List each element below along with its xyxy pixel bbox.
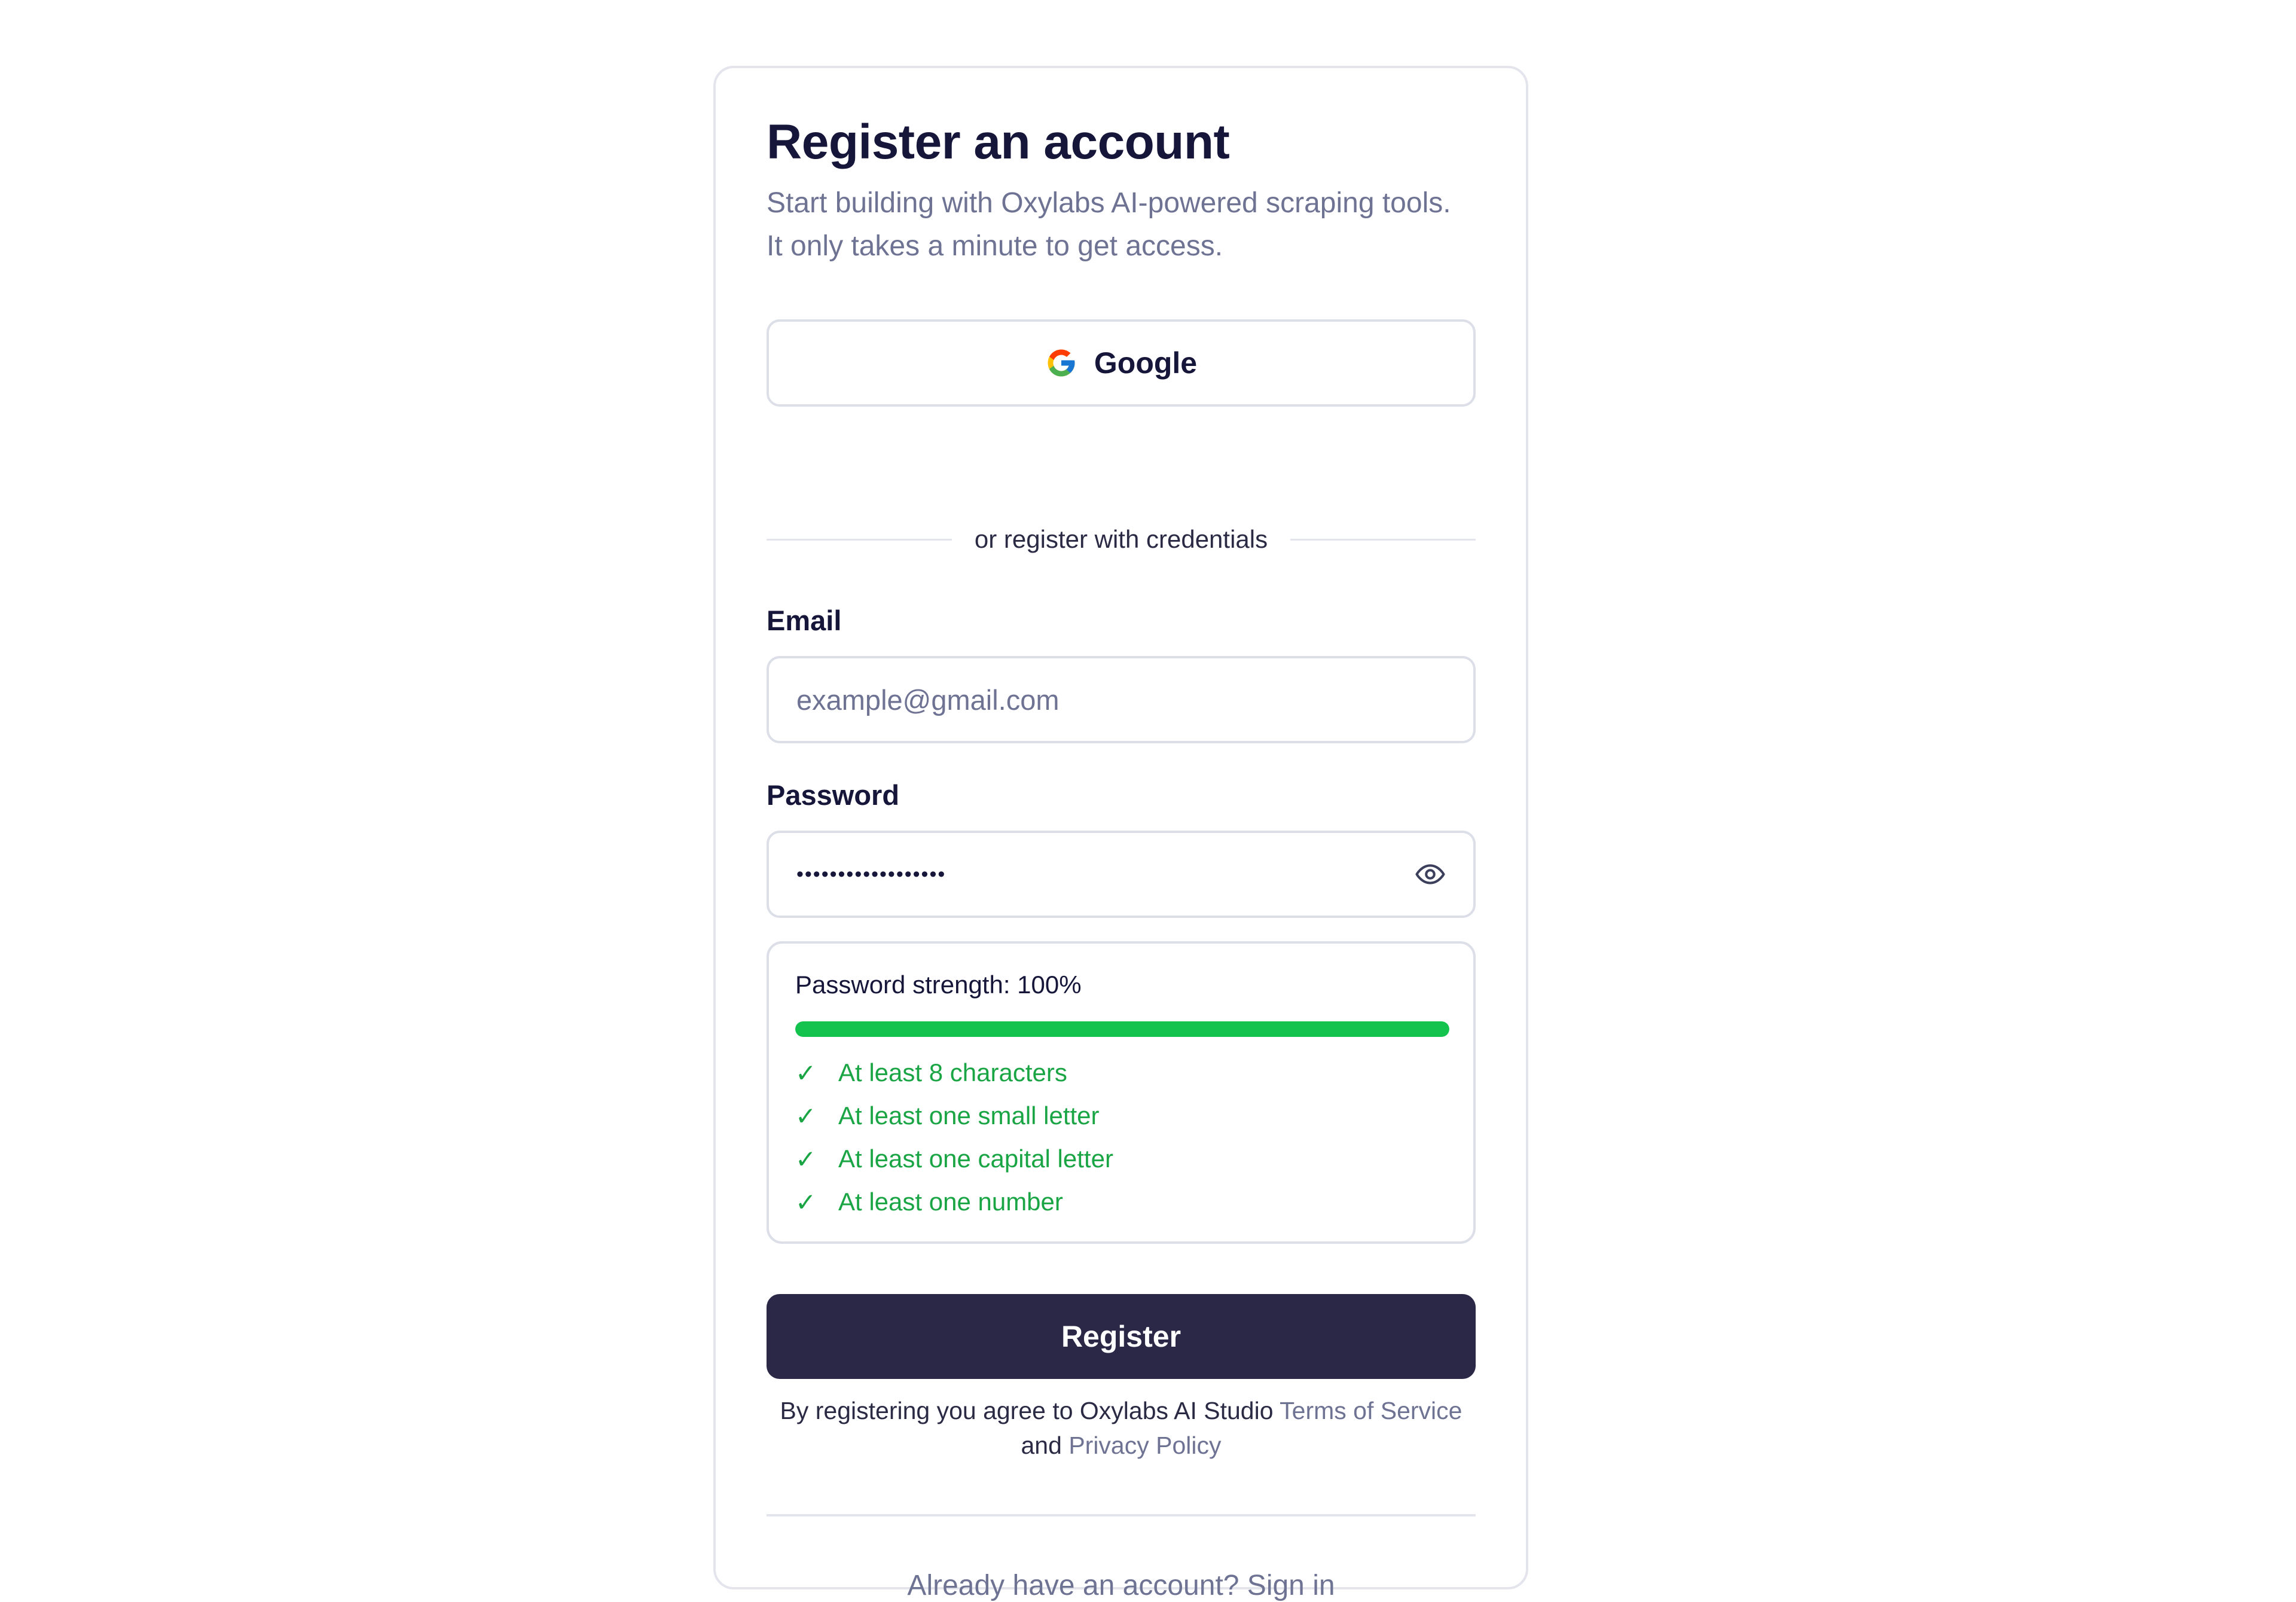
requirement-text: At least 8 characters [838,1058,1067,1087]
password-strength-panel: Password strength: 100% ✓ At least 8 cha… [767,941,1476,1244]
requirement-text: At least one number [838,1188,1063,1216]
credentials-divider: or register with credentials [767,521,1476,557]
check-icon: ✓ [795,1188,817,1216]
register-button[interactable]: Register [767,1294,1476,1379]
check-icon: ✓ [795,1101,817,1130]
requirement-text: At least one capital letter [838,1145,1113,1173]
requirement-item: ✓ At least one number [795,1180,1113,1223]
eye-icon [1415,864,1445,884]
bottom-divider [767,1514,1476,1516]
terms-notice: By registering you agree to Oxylabs AI S… [767,1393,1476,1463]
google-button-label: Google [1094,346,1198,380]
password-field[interactable] [795,862,1402,887]
password-strength-label: Password strength: 100% [795,971,1082,999]
sign-in-link[interactable]: Already have an account? Sign in [767,1569,1476,1602]
terms-of-service-link[interactable]: Terms of Service [1280,1397,1462,1424]
divider-line-left [767,538,952,541]
register-card: Register an account Start building with … [713,66,1528,1601]
privacy-policy-link[interactable]: Privacy Policy [1068,1432,1221,1459]
requirement-item: ✓ At least one small letter [795,1094,1113,1137]
divider-text: or register with credentials [974,525,1268,553]
page-title: Register an account [767,115,1230,169]
password-field-container [767,831,1476,918]
check-icon: ✓ [795,1058,817,1087]
requirement-item: ✓ At least 8 characters [795,1051,1113,1094]
terms-prefix: By registering you agree to Oxylabs AI S… [780,1397,1280,1424]
password-strength-fill [795,1021,1449,1037]
google-signin-button[interactable]: Google [767,319,1476,407]
check-icon: ✓ [795,1145,817,1173]
terms-conjunction: and [1021,1432,1069,1459]
email-field[interactable] [795,682,1447,717]
requirement-text: At least one small letter [838,1101,1100,1130]
password-requirements-list: ✓ At least 8 characters ✓ At least one s… [795,1051,1113,1223]
password-label: Password [767,779,900,811]
requirement-item: ✓ At least one capital letter [795,1137,1113,1180]
page-subtitle: Start building with Oxylabs AI-powered s… [767,187,1451,262]
email-label: Email [767,605,842,636]
google-g-icon [1048,349,1075,377]
show-password-toggle[interactable] [1413,856,1447,892]
password-strength-bar [795,1021,1449,1037]
email-field-container [767,656,1476,743]
divider-line-right [1290,538,1476,541]
